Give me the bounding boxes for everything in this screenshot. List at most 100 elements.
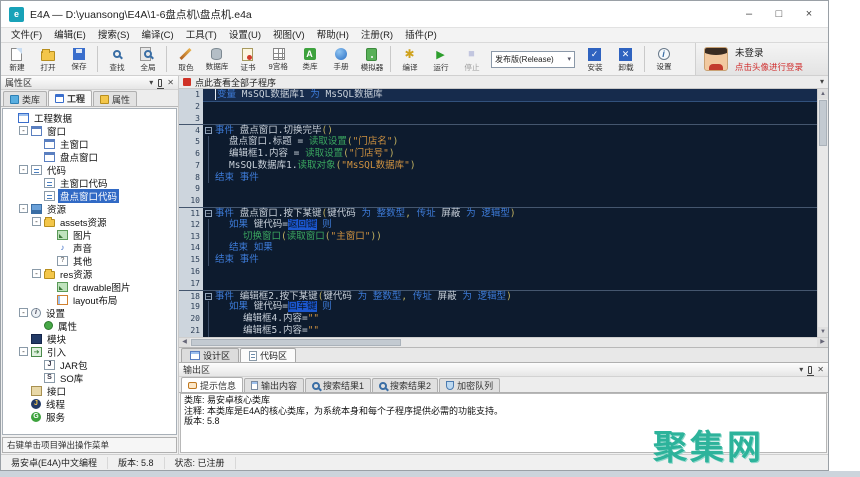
code-line[interactable]: 10	[179, 195, 817, 207]
tree-item[interactable]: -资源	[3, 202, 176, 215]
tab-加密队列[interactable]: 加密队列	[439, 378, 500, 392]
tree-item[interactable]: -assets资源	[3, 215, 176, 228]
install-button[interactable]: ✓安装	[579, 43, 610, 75]
avatar-icon[interactable]	[704, 47, 728, 71]
tree-item[interactable]: 主窗口代码	[3, 176, 176, 189]
tab-输出内容[interactable]: 输出内容	[244, 378, 304, 392]
tree-item[interactable]: -窗口	[3, 124, 176, 137]
tree-item[interactable]: G服务	[3, 410, 176, 423]
tree-item[interactable]: 工程数据	[3, 111, 176, 124]
tab-工程[interactable]: 工程	[48, 90, 92, 106]
release-mode-dropdown[interactable]: 发布版(Release)▾	[491, 51, 575, 68]
expander-icon[interactable]: -	[19, 347, 28, 356]
panel-dropdown-icon[interactable]: ▾	[149, 78, 153, 88]
code-line[interactable]: 3	[179, 113, 817, 125]
expander-icon[interactable]: -	[19, 204, 28, 213]
menu-item[interactable]: 文件(F)	[5, 28, 48, 43]
tree-item[interactable]: 属性	[3, 319, 176, 332]
close-button[interactable]: ×	[794, 3, 824, 25]
menu-item[interactable]: 插件(P)	[399, 28, 443, 43]
minimize-button[interactable]: –	[734, 3, 764, 25]
fold-collapse-icon[interactable]: –	[205, 293, 212, 300]
code-line[interactable]: 18–事件 编辑框2.按下某键(键代码 为 整数型, 传址 屏蔽 为 逻辑型)	[179, 290, 817, 302]
code-editor[interactable]: 1变量 MsSQL数据库1 为 MsSQL数据库234–事件 盘点窗口.切换完毕…	[179, 89, 828, 337]
tab-设计区[interactable]: 设计区	[181, 348, 239, 362]
menu-item[interactable]: 工具(T)	[180, 28, 223, 43]
tree-item[interactable]: ?其他	[3, 254, 176, 267]
tree-item[interactable]: -➔引入	[3, 345, 176, 358]
code-line[interactable]: 21编辑框5.内容=""	[179, 325, 817, 337]
expander-icon[interactable]: -	[19, 126, 28, 135]
lib-button[interactable]: A类库	[294, 43, 325, 75]
panel-close-icon[interactable]: ✕	[167, 78, 174, 88]
find-button[interactable]: 查找	[101, 43, 132, 75]
expander-icon[interactable]: -	[32, 217, 41, 226]
color-button[interactable]: 取色	[170, 43, 201, 75]
fold-collapse-icon[interactable]: –	[205, 127, 212, 134]
vertical-scroll-thumb[interactable]	[819, 100, 827, 146]
login-hint[interactable]: 点击头像进行登录	[735, 61, 803, 73]
tab-属性[interactable]: 属性	[93, 91, 137, 106]
tab-搜索结果1[interactable]: 搜索结果1	[305, 378, 371, 392]
tree-item[interactable]: drawable图片	[3, 280, 176, 293]
global-button[interactable]: 全局	[132, 43, 163, 75]
cert-button[interactable]: 证书	[232, 43, 263, 75]
expander-icon[interactable]: -	[32, 269, 41, 278]
settings-button[interactable]: i设置	[648, 43, 679, 75]
code-line[interactable]: 14结束 如果	[179, 242, 817, 254]
menu-item[interactable]: 编译(C)	[135, 28, 179, 43]
pin-icon[interactable]	[808, 366, 812, 374]
scroll-up-icon[interactable]: ▲	[818, 89, 828, 99]
tree-item[interactable]: 盘点窗口代码	[3, 189, 176, 202]
menu-item[interactable]: 视图(V)	[267, 28, 311, 43]
code-line[interactable]: 11–事件 盘点窗口.按下某键(键代码 为 整数型, 传址 屏蔽 为 逻辑型)	[179, 207, 817, 219]
db-button[interactable]: 数据库	[201, 43, 232, 75]
tree-item[interactable]: J线程	[3, 397, 176, 410]
manual-button[interactable]: 手册	[325, 43, 356, 75]
code-line[interactable]: 17	[179, 278, 817, 290]
editor-vertical-scrollbar[interactable]: ▲ ▼	[817, 89, 828, 337]
code-line[interactable]: 5盘点窗口.标题 = 读取设置("门店名")	[179, 136, 817, 148]
tree-item[interactable]: JJAR包	[3, 358, 176, 371]
code-line[interactable]: 4–事件 盘点窗口.切换完毕()	[179, 124, 817, 136]
editor-header-chevron-icon[interactable]: ▾	[820, 77, 824, 87]
uninstall-button[interactable]: ✕卸载	[610, 43, 641, 75]
maximize-button[interactable]: □	[764, 3, 794, 25]
menu-item[interactable]: 编辑(E)	[48, 28, 92, 43]
horizontal-scroll-thumb[interactable]	[191, 339, 401, 346]
menu-item[interactable]: 注册(R)	[355, 28, 399, 43]
code-line[interactable]: 12如果 键代码=返回键 则	[179, 219, 817, 231]
editor-header-text[interactable]: 点此查看全部子程序	[195, 76, 820, 89]
fold-collapse-icon[interactable]: –	[205, 210, 212, 217]
code-line[interactable]: 8结束 事件	[179, 172, 817, 184]
code-line[interactable]: 19如果 键代码=回车键 则	[179, 301, 817, 313]
tree-item[interactable]: 接口	[3, 384, 176, 397]
scroll-left-icon[interactable]: ◀	[179, 338, 190, 347]
code-line[interactable]: 13切换窗口(读取窗口("主窗口"))	[179, 231, 817, 243]
pin-icon[interactable]	[158, 79, 162, 87]
editor-header[interactable]: 点此查看全部子程序 ▾	[179, 76, 828, 89]
tab-搜索结果2[interactable]: 搜索结果2	[372, 378, 438, 392]
login-box[interactable]: 未登录 点击头像进行登录	[695, 43, 828, 75]
tree-item[interactable]: 盘点窗口	[3, 150, 176, 163]
code-line[interactable]: 1变量 MsSQL数据库1 为 MsSQL数据库	[179, 89, 817, 101]
tree-item[interactable]: SSO库	[3, 371, 176, 384]
tab-代码区[interactable]: 代码区	[240, 348, 296, 362]
tab-提示信息[interactable]: 提示信息	[181, 377, 243, 392]
code-line[interactable]: 16	[179, 266, 817, 278]
tree-item[interactable]: 主窗口	[3, 137, 176, 150]
scroll-down-icon[interactable]: ▼	[818, 327, 828, 337]
code-line[interactable]: 6编辑框1.内容 = 读取设置("门店号")	[179, 148, 817, 160]
expander-icon[interactable]: -	[19, 165, 28, 174]
menu-item[interactable]: 帮助(H)	[311, 28, 355, 43]
code-line[interactable]: 2	[179, 101, 817, 113]
compile-button[interactable]: ✱编译	[394, 43, 425, 75]
tree-item[interactable]: -res资源	[3, 267, 176, 280]
run-button[interactable]: ▶运行	[425, 43, 456, 75]
tree-item[interactable]: 模块	[3, 332, 176, 345]
tree-item[interactable]: -代码	[3, 163, 176, 176]
open-button[interactable]: 打开	[32, 43, 63, 75]
scroll-right-icon[interactable]: ▶	[817, 338, 828, 347]
tree-item[interactable]: layout布局	[3, 293, 176, 306]
code-line[interactable]: 7MsSQL数据库1.读取对象("MsSQL数据库")	[179, 160, 817, 172]
